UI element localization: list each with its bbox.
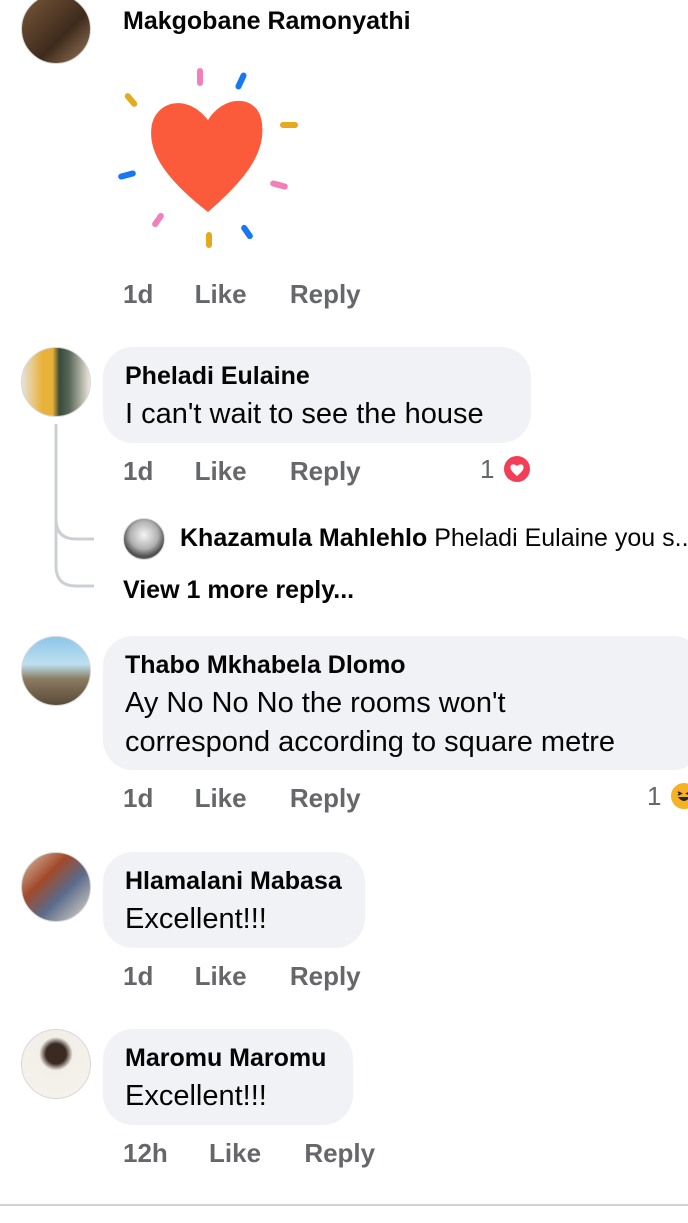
laugh-icon xyxy=(668,781,688,811)
avatar[interactable] xyxy=(21,1029,91,1099)
heart-sticker-icon xyxy=(118,68,298,248)
comment-text: Excellent!!! xyxy=(125,903,267,935)
reply-text: Pheladi Eulaine you s... xyxy=(434,524,688,552)
comment-author[interactable]: Thabo Mkhabela Dlomo xyxy=(125,650,681,680)
reply-button[interactable]: Reply xyxy=(290,961,361,992)
view-more-replies-link[interactable]: View 1 more reply... xyxy=(123,576,354,605)
comment-time: 1d xyxy=(123,961,154,991)
reply-button[interactable]: Reply xyxy=(290,279,361,310)
avatar[interactable] xyxy=(21,852,91,922)
reply-button[interactable]: Reply xyxy=(290,456,361,487)
comment-time: 1d xyxy=(123,279,154,309)
comment-author[interactable]: Makgobane Ramonyathi xyxy=(123,6,411,36)
comment-bubble: Thabo Mkhabela Dlomo Ay No No No the roo… xyxy=(103,636,688,770)
comment-bubble: Maromu Maromu Excellent!!! xyxy=(103,1029,353,1125)
comment-time: 1d xyxy=(123,456,154,486)
reaction-summary[interactable]: 1 xyxy=(647,781,688,812)
reply-author[interactable]: Khazamula Mahlehlo xyxy=(180,524,427,552)
comment-bubble: Hlamalani Mabasa Excellent!!! xyxy=(103,852,365,948)
comment-text: Ay No No No the rooms won't xyxy=(125,687,506,719)
reply-button[interactable]: Reply xyxy=(290,783,361,814)
like-button[interactable]: Like xyxy=(209,1138,261,1169)
comment-author[interactable]: Pheladi Eulaine xyxy=(125,361,509,391)
comment-time: 12h xyxy=(123,1138,168,1168)
comment-actions: 1d Like Reply xyxy=(123,961,361,992)
comment-actions: 12h Like Reply xyxy=(123,1138,375,1169)
like-button[interactable]: Like xyxy=(195,961,247,992)
comment-actions: 1d Like Reply xyxy=(123,279,361,310)
reaction-count: 1 xyxy=(480,454,495,484)
avatar[interactable] xyxy=(123,518,165,560)
thread-connector xyxy=(54,424,94,588)
comment-actions: 1d Like Reply xyxy=(123,456,361,487)
avatar[interactable] xyxy=(21,0,91,64)
comment-bubble: Pheladi Eulaine I can't wait to see the … xyxy=(103,347,531,443)
like-button[interactable]: Like xyxy=(195,456,247,487)
comment-author[interactable]: Hlamalani Mabasa xyxy=(125,866,343,896)
divider xyxy=(0,1204,688,1206)
reaction-summary[interactable]: 1 xyxy=(480,454,532,485)
comment-text: I can't wait to see the house xyxy=(125,398,484,430)
like-button[interactable]: Like xyxy=(195,279,247,310)
comment-author[interactable]: Maromu Maromu xyxy=(125,1043,331,1073)
like-button[interactable]: Like xyxy=(195,783,247,814)
comment-actions: 1d Like Reply xyxy=(123,783,361,814)
heart-icon xyxy=(501,454,532,484)
reply-button[interactable]: Reply xyxy=(304,1138,375,1169)
comment-text: correspond according to square metre xyxy=(125,726,616,758)
reaction-count: 1 xyxy=(647,781,662,811)
comment-time: 1d xyxy=(123,783,154,813)
avatar[interactable] xyxy=(21,347,91,417)
avatar[interactable] xyxy=(21,636,91,706)
comment-text: Excellent!!! xyxy=(125,1080,267,1112)
